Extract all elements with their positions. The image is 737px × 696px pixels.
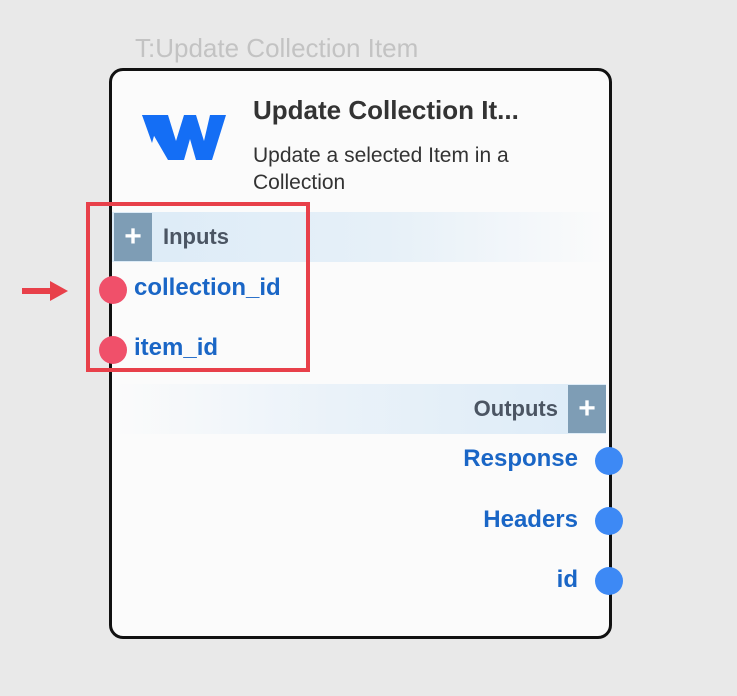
output-port-response[interactable] [595,447,623,475]
output-port-label: Response [463,445,578,472]
output-port-label: id [556,566,578,593]
add-output-button[interactable]: + [568,385,606,433]
output-port-id[interactable] [595,567,623,595]
arrow-right-icon [22,281,68,301]
webflow-logo-icon [142,115,226,160]
highlight-box [86,202,310,372]
node-caption: T:Update Collection Item [135,33,419,63]
node-title: Update Collection It... [253,95,519,125]
output-port-headers[interactable] [595,507,623,535]
output-port-label: Headers [483,506,578,533]
outputs-section-label: Outputs [473,396,558,421]
node-description: Update a selected Item in a Collection [253,144,509,194]
